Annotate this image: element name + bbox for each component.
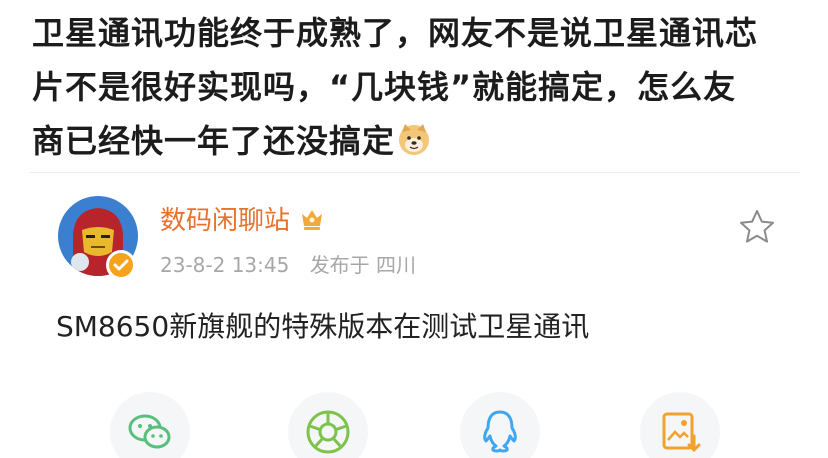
post-body: SM8650新旗舰的特殊版本在测试卫星通讯 xyxy=(56,310,590,343)
share-qq-button[interactable] xyxy=(460,392,540,458)
share-moments-button[interactable] xyxy=(288,392,368,458)
post-location: 发布于 四川 xyxy=(309,253,417,277)
wechat-icon xyxy=(128,414,171,449)
save-image-icon xyxy=(662,412,701,453)
headline-line-3-text: 商已经快一年了还没搞定 xyxy=(32,122,396,160)
verified-badge-icon xyxy=(106,250,136,280)
headline-line-3: 商已经快一年了还没搞定 xyxy=(32,114,812,168)
username[interactable]: 数码闲聊站 xyxy=(160,200,326,237)
divider xyxy=(30,172,800,173)
headline-line-2: 片不是很好实现吗，“几块钱”就能搞定，怎么友 xyxy=(32,68,737,106)
post-date: 23-8-2 13:45 xyxy=(160,253,290,277)
share-wechat-button[interactable] xyxy=(110,392,190,458)
moments-icon xyxy=(306,410,350,454)
vip-crown-icon xyxy=(302,209,323,230)
username-text[interactable]: 数码闲聊站 xyxy=(160,200,290,237)
save-image-button[interactable] xyxy=(640,392,720,458)
headline: 卫星通讯功能终于成熟了，网友不是说卫星通讯芯 片不是很好实现吗，“几块钱”就能搞… xyxy=(32,6,812,168)
qq-icon xyxy=(483,410,517,453)
headline-line-1: 卫星通讯功能终于成熟了，网友不是说卫星通讯芯 xyxy=(32,14,759,52)
star-icon[interactable] xyxy=(738,208,776,246)
post-meta: 23-8-2 13:45 发布于 四川 xyxy=(160,249,416,278)
doge-emoji-icon xyxy=(399,124,430,155)
share-bar xyxy=(0,392,828,458)
